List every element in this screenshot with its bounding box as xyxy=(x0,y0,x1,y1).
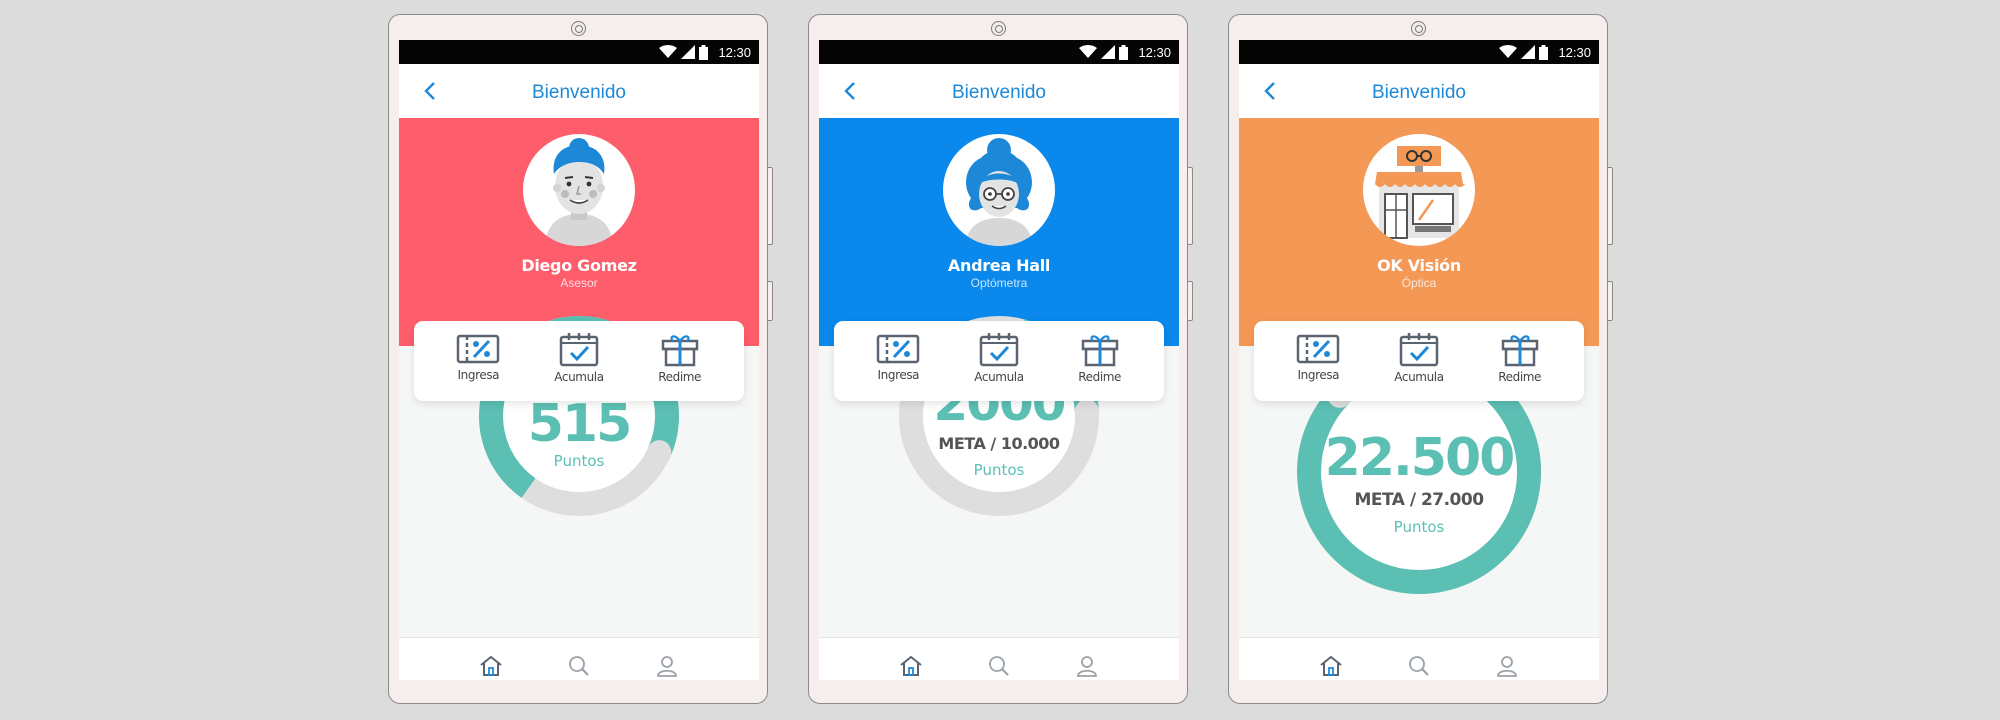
points-label: Puntos xyxy=(553,452,605,470)
phone-mockup: 12:30 Bienvenido OK Visión Óptica 22.500… xyxy=(1228,14,1613,704)
points-summary: 22.500 META / 27.000 Puntos xyxy=(1239,432,1599,536)
action-label: Ingresa xyxy=(457,368,500,382)
phone-mockup: 12:30 Bienvenido Diego Gomez Asesor 515 … xyxy=(388,14,773,704)
search-icon[interactable] xyxy=(1404,654,1434,680)
action-label: Acumula xyxy=(974,370,1024,384)
side-button xyxy=(768,281,773,321)
bottom-nav xyxy=(819,637,1179,680)
side-button xyxy=(1608,281,1613,321)
user-icon[interactable] xyxy=(1072,654,1102,680)
points-value: 22.500 xyxy=(1324,428,1516,488)
home-icon[interactable] xyxy=(476,654,506,680)
points-summary: 515 Puntos xyxy=(399,398,759,470)
phone-mockup: 12:30 Bienvenido Andrea Hall Optómetra 2… xyxy=(808,14,1193,704)
calendar-check-icon xyxy=(544,331,614,367)
points-label: Puntos xyxy=(1393,518,1445,536)
camera-icon xyxy=(1411,21,1426,36)
action-ingresa[interactable]: Ingresa xyxy=(1283,331,1353,401)
ticket-percent-icon xyxy=(443,331,513,365)
gift-icon xyxy=(1485,331,1555,367)
ticket-percent-icon xyxy=(1283,331,1353,365)
side-button xyxy=(1188,167,1193,245)
bottom-nav xyxy=(399,637,759,680)
home-icon[interactable] xyxy=(896,654,926,680)
action-label: Redime xyxy=(658,370,702,384)
action-ingresa[interactable]: Ingresa xyxy=(443,331,513,401)
action-label: Ingresa xyxy=(1297,368,1340,382)
side-button xyxy=(1608,167,1613,245)
user-icon[interactable] xyxy=(652,654,682,680)
camera-icon xyxy=(571,21,586,36)
action-label: Ingresa xyxy=(877,368,920,382)
home-icon[interactable] xyxy=(1316,654,1346,680)
action-label: Redime xyxy=(1498,370,1542,384)
bottom-nav xyxy=(1239,637,1599,680)
action-label: Acumula xyxy=(554,370,604,384)
points-label: Puntos xyxy=(973,461,1025,479)
action-label: Redime xyxy=(1078,370,1122,384)
phone-screen: 12:30 Bienvenido Diego Gomez Asesor 515 … xyxy=(399,40,759,680)
action-acumula[interactable]: Acumula xyxy=(964,331,1034,401)
ticket-percent-icon xyxy=(863,331,933,365)
action-acumula[interactable]: Acumula xyxy=(1384,331,1454,401)
calendar-check-icon xyxy=(1384,331,1454,367)
calendar-check-icon xyxy=(964,331,1034,367)
phone-screen: 12:30 Bienvenido Andrea Hall Optómetra 2… xyxy=(819,40,1179,680)
points-goal: META / 10.000 xyxy=(938,434,1060,453)
action-acumula[interactable]: Acumula xyxy=(544,331,614,401)
search-icon[interactable] xyxy=(564,654,594,680)
points-value: 515 xyxy=(527,394,633,454)
action-label: Acumula xyxy=(1394,370,1444,384)
phone-screen: 12:30 Bienvenido OK Visión Óptica 22.500… xyxy=(1239,40,1599,680)
side-button xyxy=(1188,281,1193,321)
action-redime[interactable]: Redime xyxy=(1485,331,1555,401)
gift-icon xyxy=(645,331,715,367)
actions-card: Ingresa Acumula Redime xyxy=(1254,321,1584,401)
camera-icon xyxy=(991,21,1006,36)
user-icon[interactable] xyxy=(1492,654,1522,680)
gift-icon xyxy=(1065,331,1135,367)
action-redime[interactable]: Redime xyxy=(1065,331,1135,401)
points-goal: META / 27.000 xyxy=(1354,490,1484,510)
action-ingresa[interactable]: Ingresa xyxy=(863,331,933,401)
action-redime[interactable]: Redime xyxy=(645,331,715,401)
actions-card: Ingresa Acumula Redime xyxy=(834,321,1164,401)
search-icon[interactable] xyxy=(984,654,1014,680)
side-button xyxy=(768,167,773,245)
actions-card: Ingresa Acumula Redime xyxy=(414,321,744,401)
